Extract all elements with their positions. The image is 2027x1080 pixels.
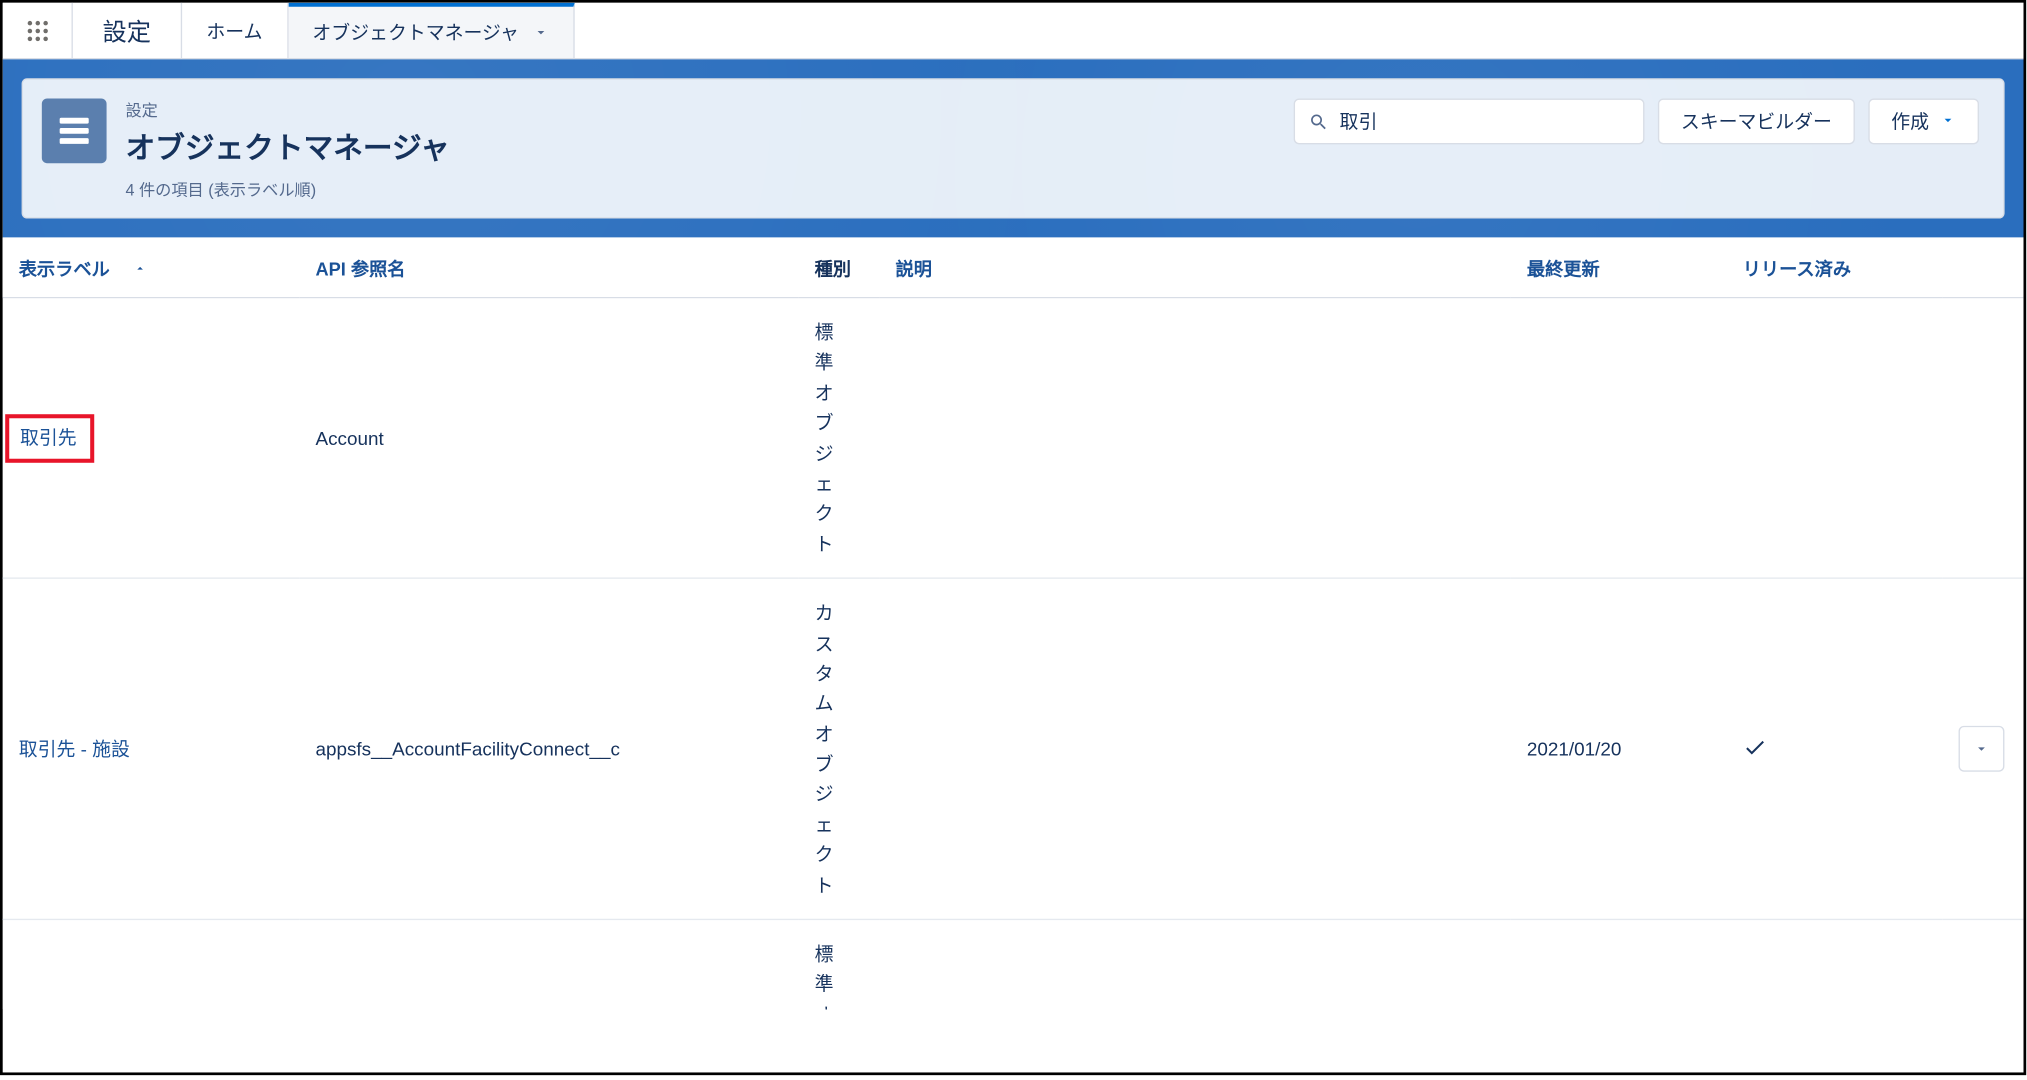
- row-type: 標 準 オ ブ ジ ェ ク ト: [799, 297, 880, 578]
- row-released: [1727, 578, 1943, 919]
- caret-down-icon: [1940, 111, 1956, 133]
- page-title: オブジェクトマネージャ: [125, 124, 449, 167]
- col-header-type: 種別: [799, 237, 880, 297]
- search-input[interactable]: [1340, 111, 1630, 133]
- row-action-cell: [1943, 578, 2024, 919]
- sort-asc-icon: [134, 262, 147, 275]
- row-api-name: appsfs__AccountFacilityConnect__c: [299, 578, 798, 919]
- check-icon: [1743, 741, 1767, 763]
- caret-down-icon: [1974, 741, 1990, 757]
- create-button[interactable]: 作成: [1868, 98, 1979, 144]
- schema-builder-button[interactable]: スキーマビルダー: [1658, 98, 1855, 144]
- object-table: 表示ラベル API 参照名 種別 説明 最終更新 リリース済み 取引先Acco: [3, 237, 2024, 1009]
- row-released: [1727, 297, 1943, 578]
- row-action-menu[interactable]: [1959, 726, 2005, 772]
- search-input-wrap[interactable]: [1294, 98, 1645, 144]
- row-description: [880, 578, 1511, 919]
- row-description: [880, 919, 1511, 1009]
- col-header-label[interactable]: 表示ラベル: [3, 237, 300, 297]
- table-row: 取引先 Account標 準 オ ブ ジ ェ ク ト: [3, 297, 2024, 578]
- col-header-updated[interactable]: 最終更新: [1511, 237, 1727, 297]
- page-header: 設定 オブジェクトマネージャ 4 件の項目 (表示ラベル順) スキーマビルダー …: [22, 78, 2005, 218]
- button-label: スキーマビルダー: [1681, 108, 1832, 135]
- breadcrumb: 設定: [125, 98, 449, 121]
- page-subtitle: 4 件の項目 (表示ラベル順): [125, 178, 449, 201]
- button-label: 作成: [1891, 108, 1929, 135]
- table-row: 取引先責任者Contact標 準 オ ブ ジ ェ ク ト: [3, 919, 2024, 1009]
- row-action-cell: [1943, 297, 2024, 578]
- col-header-released[interactable]: リリース済み: [1727, 237, 1943, 297]
- tab-label: オブジェクトマネージャ: [312, 19, 518, 46]
- row-action-cell: [1943, 919, 2024, 1009]
- row-updated: [1511, 919, 1727, 1009]
- app-launcher-icon[interactable]: [3, 3, 73, 58]
- row-label-link[interactable]: 取引先: [3, 297, 300, 578]
- app-title: 設定: [73, 3, 182, 58]
- row-label-link[interactable]: 取引先 - 施設: [3, 578, 300, 919]
- row-api-name: Account: [299, 297, 798, 578]
- row-released: [1727, 919, 1943, 1009]
- row-updated: 2021/01/20: [1511, 578, 1727, 919]
- col-header-actions: [1943, 237, 2024, 297]
- search-icon: [1309, 111, 1329, 131]
- row-api-name: Contact: [299, 919, 798, 1009]
- row-description: [880, 297, 1511, 578]
- row-type: カ ス タ ム オ ブ ジ ェ ク ト: [799, 578, 880, 919]
- row-label-link[interactable]: 取引先責任者: [3, 919, 300, 1009]
- col-header-description[interactable]: 説明: [880, 237, 1511, 297]
- row-type: 標 準 オ ブ ジ ェ ク ト: [799, 919, 880, 1009]
- table-row: 取引先 - 施設appsfs__AccountFacilityConnect__…: [3, 578, 2024, 919]
- row-updated: [1511, 297, 1727, 578]
- tab-object-manager[interactable]: オブジェクトマネージャ: [288, 3, 574, 58]
- tab-label: ホーム: [206, 17, 262, 44]
- tab-home[interactable]: ホーム: [182, 3, 288, 58]
- col-header-api[interactable]: API 参照名: [299, 237, 798, 297]
- object-manager-icon: [42, 98, 107, 163]
- highlight-box: 取引先: [5, 414, 94, 463]
- chevron-down-icon: [532, 24, 548, 40]
